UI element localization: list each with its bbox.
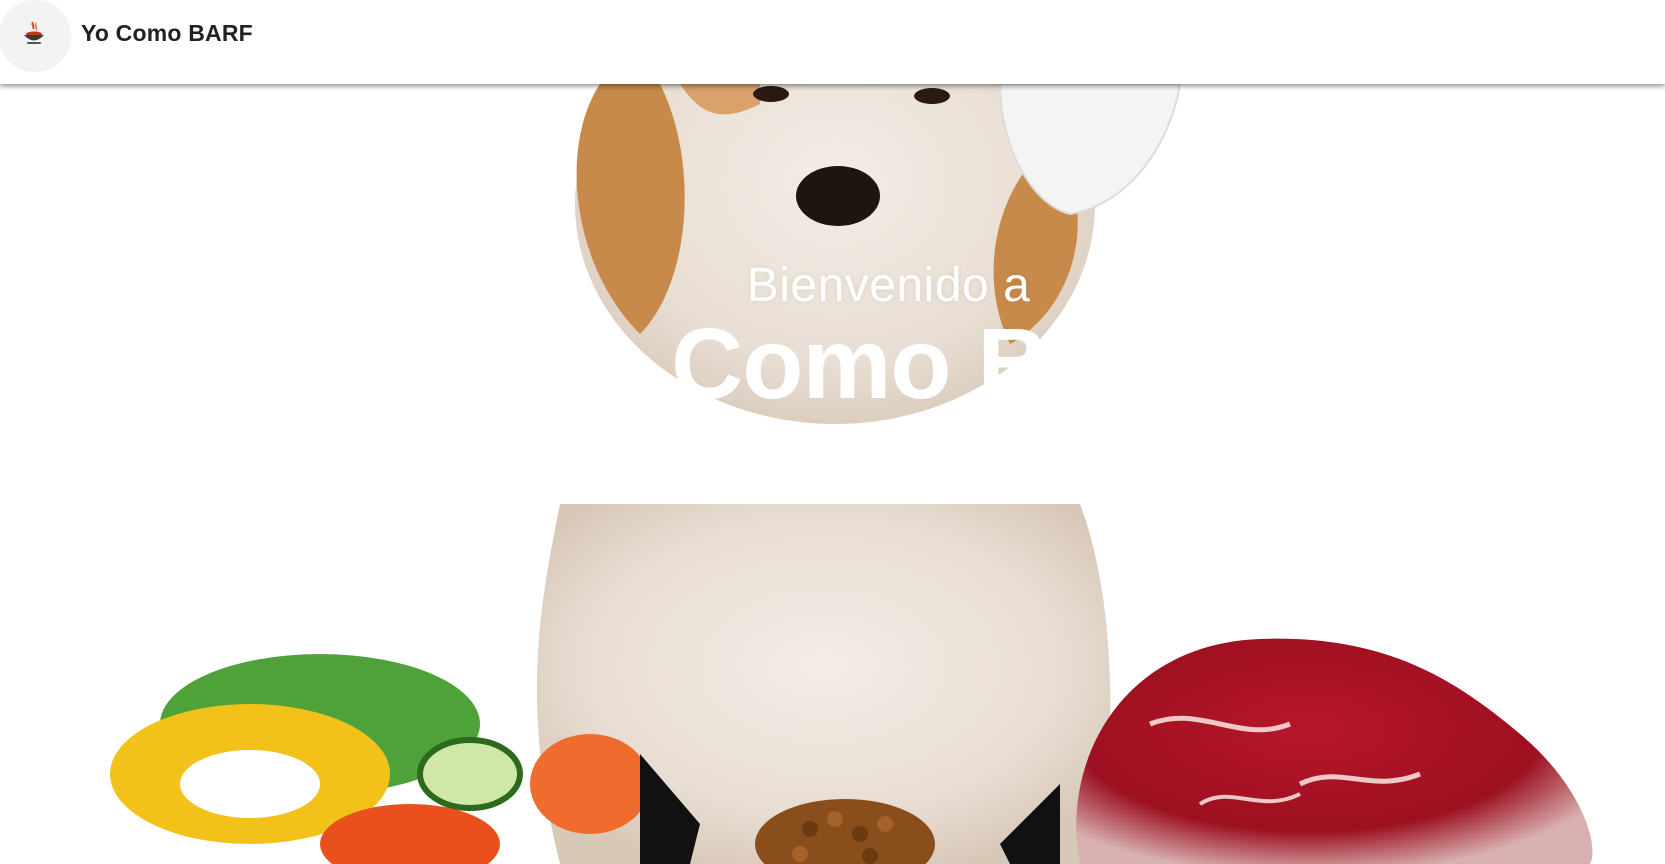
hero-image [110,84,1593,864]
page: Yo Como BARF Bienvenido a o Como BA [0,0,1665,864]
brand-name[interactable]: Yo Como BARF [81,20,253,47]
logo-button[interactable] [0,0,70,70]
scroll-down-button[interactable] [860,422,914,476]
hero-title: Yo Como BARF [612,308,1092,420]
bowl-icon [24,21,44,44]
hero-section: Bienvenido a Yo Como BARF [0,84,1665,864]
top-app-bar: Yo Como BARF [0,0,1665,84]
hero-title-clip: Yo Como BARF [612,304,1092,424]
double-chevron-down-icon [881,441,893,454]
